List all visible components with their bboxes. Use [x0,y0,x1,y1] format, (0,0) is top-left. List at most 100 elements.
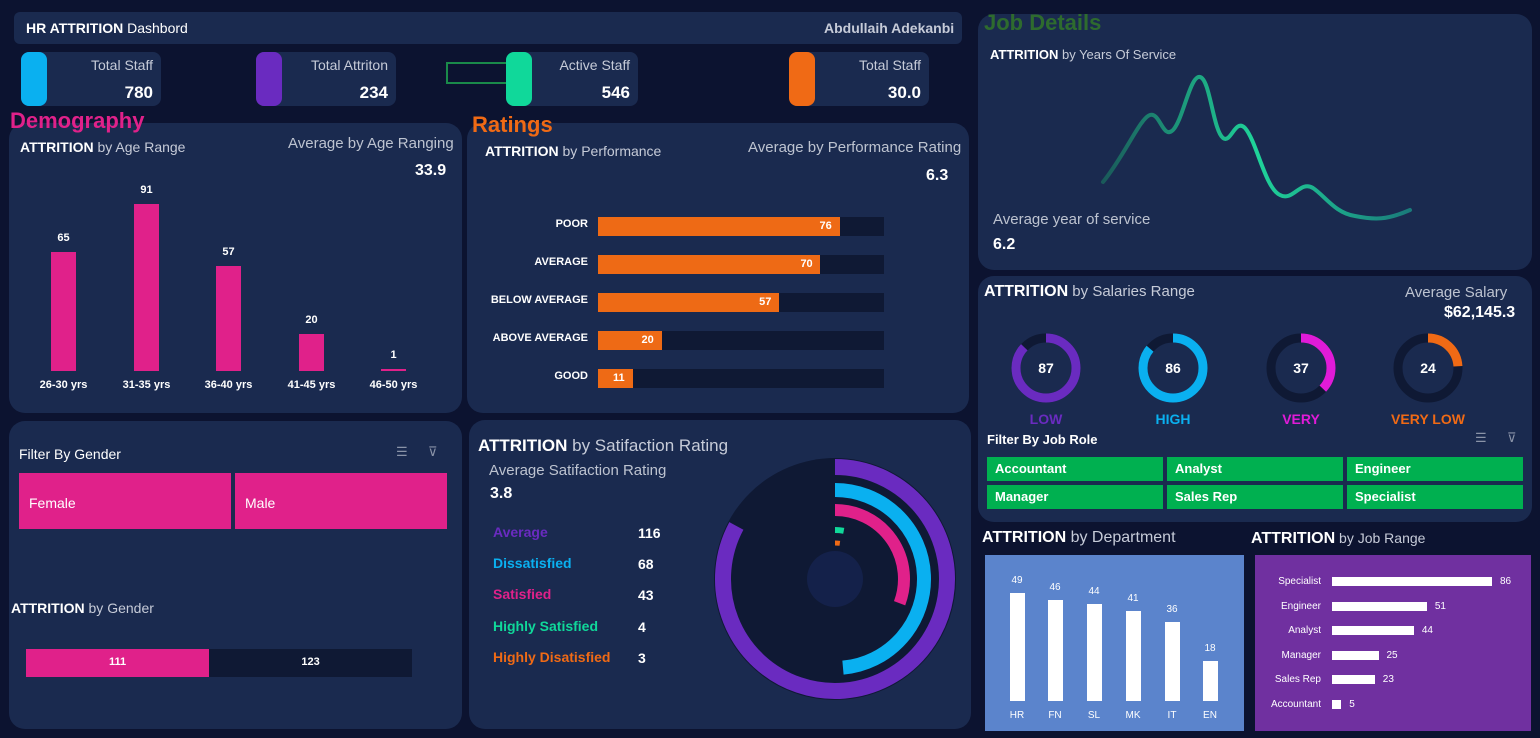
job-range-bar [1332,650,1379,660]
satisfaction-arc [834,527,845,534]
title-rest: by Gender [84,600,154,616]
dashboard-title-rest: Dashbord [123,20,188,36]
age-bar [134,204,159,371]
section-job-details: Job Details [984,10,1102,35]
performance-bar-label: POOR [555,218,588,230]
job-role-filter-title: Filter By Job Role [987,432,1098,447]
job-range-bar [1332,577,1492,586]
satisfaction-legend-value: 43 [638,587,654,604]
gender-option-female[interactable]: Female [19,473,231,529]
title-bold: ATTRITION [478,436,568,455]
title-rest: by Department [1066,529,1176,546]
job-range-bar [1332,601,1427,611]
title-bold: ATTRITION [11,600,85,616]
age-bar-value: 1 [390,349,397,361]
age-avg-value: 33.9 [415,162,447,179]
age-avg-label: Average by Age Ranging [288,135,454,152]
kpi-total-staff: Total Staff 780 [21,52,161,106]
salary-donut-value: 86 [1165,360,1181,376]
department-bar [1048,599,1063,701]
performance-bar-label: BELOW AVERAGE [490,294,588,306]
job-role-specialist[interactable]: Specialist [1347,485,1523,509]
clear-filter-icon[interactable]: ⊽ [428,444,438,460]
kpi-label: Active Staff [559,57,630,73]
job-role-analyst[interactable]: Analyst [1167,457,1343,481]
service-line [1101,75,1412,221]
kpi-total-staff-2: Total Staff 30.0 [789,52,929,106]
title-rest: by Age Range [93,139,186,155]
performance-bar-label: AVERAGE [534,256,588,268]
job-range-label: Engineer [1280,600,1321,612]
department-bar-value: 18 [1204,643,1216,655]
department-bar-value: 36 [1166,603,1178,615]
department-bar-label: FN [1048,710,1062,721]
performance-bar-label: ABOVE AVERAGE [492,332,588,344]
job-range-bar [1332,700,1342,709]
performance-bar [598,255,821,274]
kpi-label: Total Attriton [310,57,388,73]
satisfaction-legend-label: Highly Satisfied [493,617,599,634]
salary-avg-value: $62,145.3 [1444,304,1516,321]
department-bar-label: IT [1167,710,1177,721]
performance-bar-value: 11 [612,372,625,384]
gender-filter-title: Filter By Gender [19,446,121,462]
salary-donut-label: HIGH [1155,411,1191,427]
performance-bar-value: 70 [800,258,813,270]
job-role-accountant[interactable]: Accountant [987,457,1163,481]
section-ratings: Ratings [472,112,553,137]
job-role-sales-rep[interactable]: Sales Rep [1167,485,1343,509]
performance-bar-value: 57 [759,296,772,308]
performance-avg-value: 6.3 [926,167,949,184]
job-range-label: Specialist [1278,576,1321,587]
title-bold: ATTRITION [1251,530,1336,547]
performance-bar-label: GOOD [554,370,588,382]
clear-filter-icon[interactable]: ⊽ [1507,430,1517,446]
gender-bar-value: 111 [108,656,127,668]
satisfaction-legend-label: Highly Disatisfied [493,648,611,665]
gender-option-male[interactable]: Male [235,473,447,529]
satisfaction-legend-value: 4 [638,618,646,635]
salary-avg-label: Average Salary [1405,284,1508,301]
author-name: Abdullaih Adekanbi [824,20,955,36]
title-rest: by Performance [558,143,662,159]
title-rest: by Years Of Service [1058,47,1177,62]
job-role-engineer[interactable]: Engineer [1347,457,1523,481]
age-bar [299,334,324,371]
age-bar-label: 41-45 yrs [287,379,336,391]
department-bar-label: MK [1125,710,1141,721]
salary-donut-label: VERY [1282,411,1320,427]
department-bar [1126,610,1141,701]
satisfaction-radial-chart [714,458,956,700]
job-role-manager[interactable]: Manager [987,485,1163,509]
department-bar-label: SL [1087,710,1101,721]
performance-bar [598,217,840,236]
age-bar-label: 46-50 yrs [369,379,418,391]
service-avg-value: 6.2 [993,236,1016,253]
service-avg-label: Average year of service [993,211,1151,228]
age-bar-label: 36-40 yrs [204,379,253,391]
dashboard-title: HR ATTRITION Dashbord [26,20,188,36]
department-bar-label: EN [1203,710,1217,721]
age-bar-label: 26-30 yrs [39,379,88,391]
age-bar [216,266,241,371]
gender-chart-title: ATTRITION by Gender [11,600,154,616]
department-bar-label: HR [1009,710,1025,721]
satisfaction-chart-title: ATTRITION by Satifaction Rating [478,436,728,456]
selection-box[interactable] [446,62,508,84]
multi-select-icon[interactable]: ☰ [396,444,408,460]
department-bar [1010,593,1025,701]
satisfaction-legend-value: 68 [638,556,654,573]
satisfaction-avg-value: 3.8 [490,485,513,502]
title-bold: ATTRITION [982,529,1067,546]
job-range-label: Manager [1281,649,1321,661]
gender-bar-value: 123 [301,656,320,668]
job-range-bar [1332,675,1375,685]
job-range-label: Analyst [1288,625,1321,637]
kpi-accent [789,52,815,106]
salary-donut-label: VERY LOW [1391,411,1465,427]
department-bar-value: 44 [1088,586,1100,598]
multi-select-icon[interactable]: ☰ [1475,430,1487,446]
performance-avg-label: Average by Performance Rating [748,139,962,156]
performance-bar [598,293,780,312]
performance-bar-value: 76 [819,220,832,232]
